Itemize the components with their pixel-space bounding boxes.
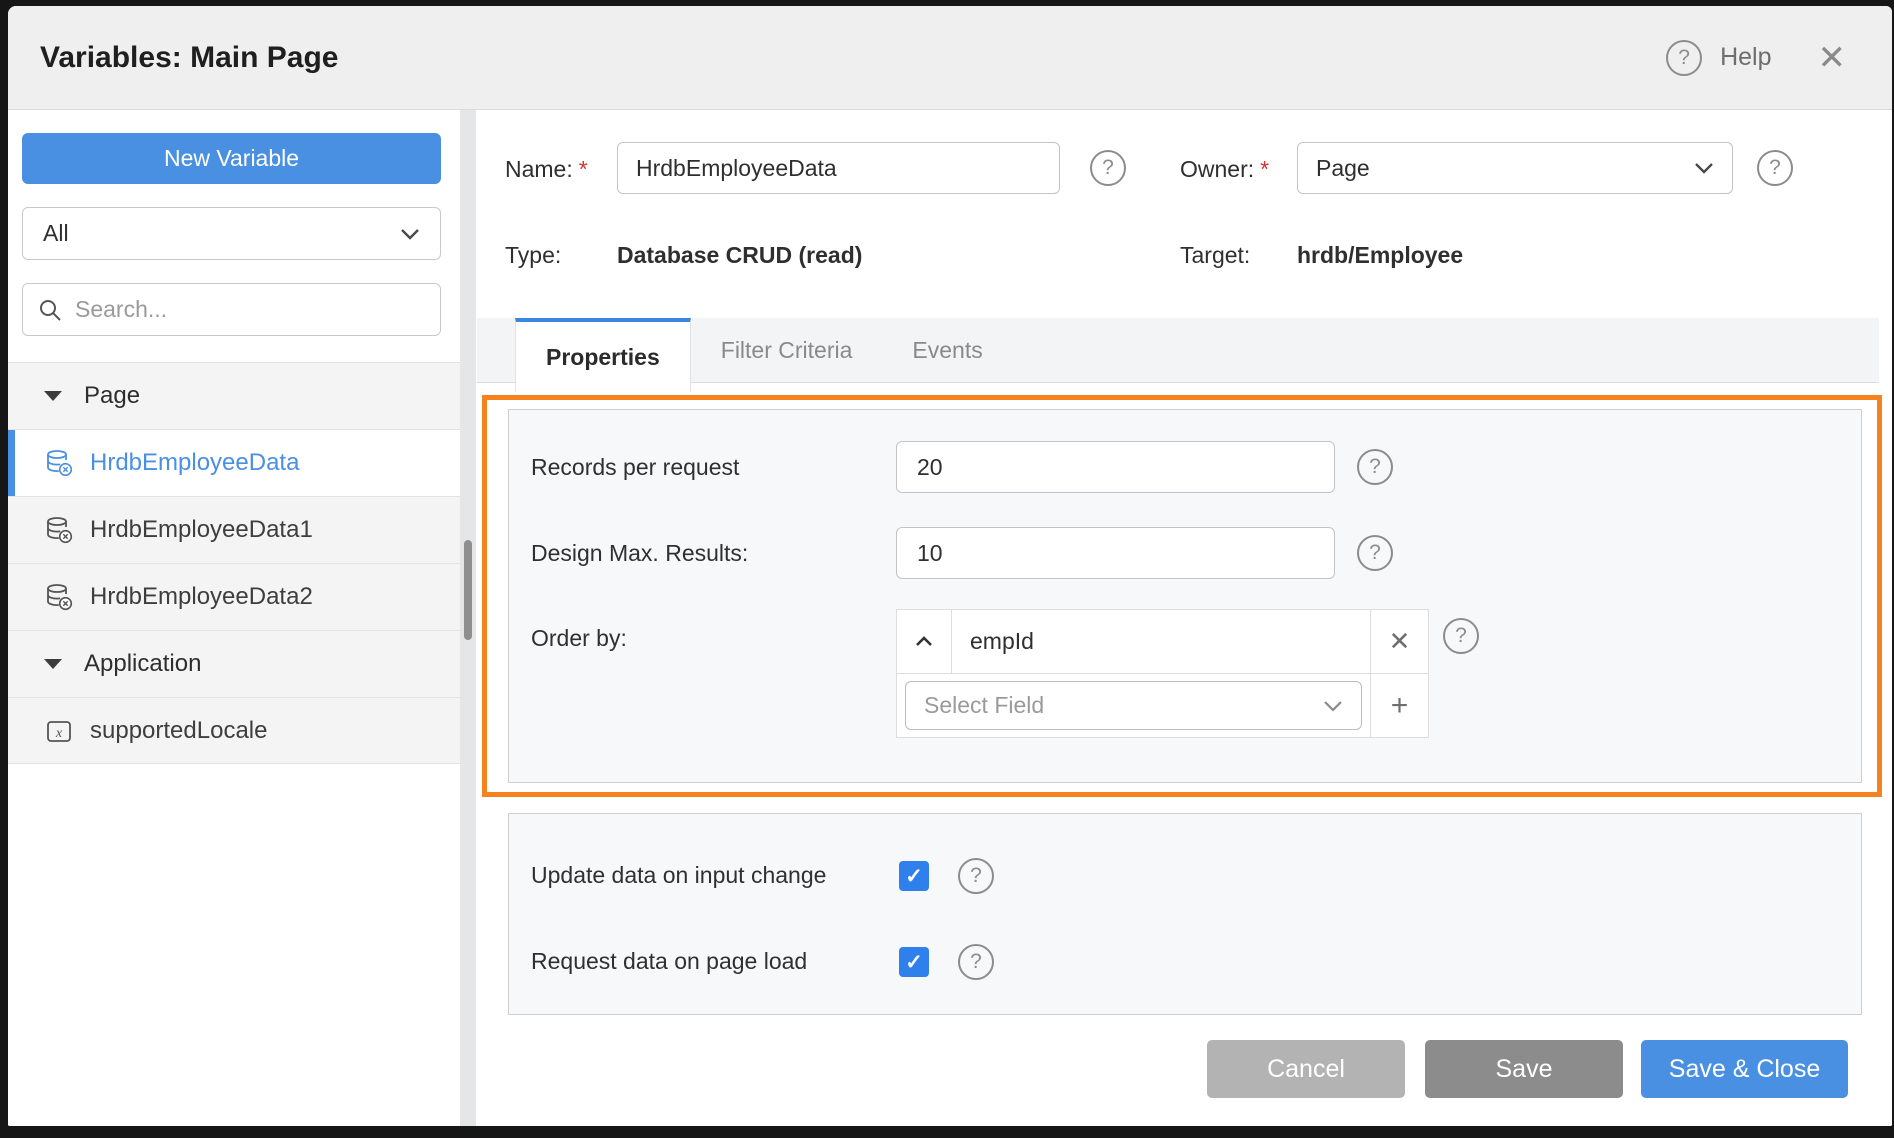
chevron-up-icon: [915, 636, 933, 647]
database-variable-icon: [44, 582, 74, 612]
tab-properties[interactable]: Properties: [515, 318, 691, 392]
cancel-button[interactable]: Cancel: [1207, 1040, 1405, 1098]
variable-detail-pane: Name:* ? Owner:* Page ? Type: Database C…: [476, 110, 1892, 1126]
dialog-header: Variables: Main Page ? Help ✕: [8, 6, 1892, 110]
remove-order-field-button[interactable]: ✕: [1370, 610, 1428, 673]
owner-select[interactable]: Page: [1297, 142, 1733, 194]
add-order-field-button[interactable]: +: [1370, 674, 1428, 737]
update-help-icon[interactable]: ?: [958, 858, 994, 894]
type-label: Type:: [505, 242, 561, 269]
chevron-down-icon: [400, 228, 420, 240]
save-and-close-button[interactable]: Save & Close: [1641, 1040, 1848, 1098]
caret-down-icon: [44, 659, 62, 670]
chevron-down-icon: [1694, 162, 1714, 174]
tree-item-hrdbemployeedata[interactable]: HrdbEmployeeData: [8, 429, 460, 496]
records-per-request-label: Records per request: [531, 454, 739, 481]
design-max-help-icon[interactable]: ?: [1357, 535, 1393, 571]
variables-dialog: Variables: Main Page ? Help ✕ New Variab…: [8, 6, 1892, 1126]
order-by-field-select[interactable]: Select Field: [905, 681, 1362, 730]
tree-group-page[interactable]: Page: [8, 362, 460, 429]
required-asterisk: *: [579, 156, 588, 182]
records-help-icon[interactable]: ?: [1357, 449, 1393, 485]
close-icon[interactable]: ✕: [1818, 41, 1847, 75]
request-properties-panel: Records per request ? Design Max. Result…: [508, 409, 1862, 783]
vertical-scrollbar[interactable]: [460, 110, 476, 1126]
help-icon[interactable]: ?: [1666, 40, 1702, 76]
tree-item-supportedlocale[interactable]: x supportedLocale: [8, 697, 460, 764]
check-icon: ✓: [905, 950, 923, 975]
request-on-page-load-label: Request data on page load: [531, 948, 807, 975]
scrollbar-thumb[interactable]: [464, 540, 472, 640]
chevron-down-icon: [1323, 700, 1343, 712]
database-variable-icon: [44, 448, 74, 478]
order-by-label: Order by:: [531, 625, 627, 652]
search-icon: [37, 297, 63, 323]
variables-tree: Page HrdbEmployeeData HrdbEmployeeData1: [8, 362, 460, 764]
dialog-title: Variables: Main Page: [40, 41, 338, 75]
variables-sidebar: New Variable All Page: [8, 110, 460, 1126]
owner-label: Owner:*: [1180, 156, 1269, 183]
tree-group-application[interactable]: Application: [8, 630, 460, 697]
name-input[interactable]: [617, 142, 1060, 194]
new-variable-button[interactable]: New Variable: [22, 133, 441, 184]
order-by-help-icon[interactable]: ?: [1443, 618, 1479, 654]
database-variable-icon: [44, 515, 74, 545]
help-link[interactable]: Help: [1720, 43, 1771, 72]
variable-filter-select[interactable]: All: [22, 207, 441, 260]
request-help-icon[interactable]: ?: [958, 944, 994, 980]
request-on-page-load-checkbox[interactable]: ✓: [899, 947, 929, 977]
filter-value: All: [43, 220, 69, 247]
svg-text:x: x: [55, 726, 63, 741]
update-on-input-change-checkbox[interactable]: ✓: [899, 861, 929, 891]
check-icon: ✓: [905, 864, 923, 889]
sort-ascending-button[interactable]: [897, 610, 952, 673]
order-by-widget: empId ✕ Select Field +: [896, 609, 1429, 738]
target-value: hrdb/Employee: [1297, 242, 1463, 269]
tree-item-hrdbemployeedata2[interactable]: HrdbEmployeeData2: [8, 563, 460, 630]
design-max-results-label: Design Max. Results:: [531, 540, 748, 567]
text-variable-icon: x: [44, 716, 74, 746]
search-input[interactable]: [75, 296, 426, 323]
detail-tabs: Properties Filter Criteria Events: [477, 318, 1879, 383]
name-help-icon[interactable]: ?: [1090, 150, 1126, 186]
records-per-request-input[interactable]: [896, 441, 1335, 493]
remove-icon: ✕: [1389, 626, 1411, 657]
name-label: Name:*: [505, 156, 588, 183]
tab-filter-criteria[interactable]: Filter Criteria: [691, 318, 883, 382]
variable-search[interactable]: [22, 283, 441, 336]
owner-help-icon[interactable]: ?: [1757, 150, 1793, 186]
plus-icon: +: [1391, 689, 1409, 723]
required-asterisk: *: [1260, 156, 1269, 182]
data-options-panel: Update data on input change ✓ ? Request …: [508, 813, 1862, 1015]
order-by-field-value[interactable]: empId: [952, 610, 1370, 673]
tab-events[interactable]: Events: [882, 318, 1012, 382]
type-value: Database CRUD (read): [617, 242, 862, 269]
update-on-input-change-label: Update data on input change: [531, 862, 826, 889]
tree-item-hrdbemployeedata1[interactable]: HrdbEmployeeData1: [8, 496, 460, 563]
caret-down-icon: [44, 391, 62, 402]
save-button[interactable]: Save: [1425, 1040, 1623, 1098]
target-label: Target:: [1180, 242, 1250, 269]
design-max-results-input[interactable]: [896, 527, 1335, 579]
